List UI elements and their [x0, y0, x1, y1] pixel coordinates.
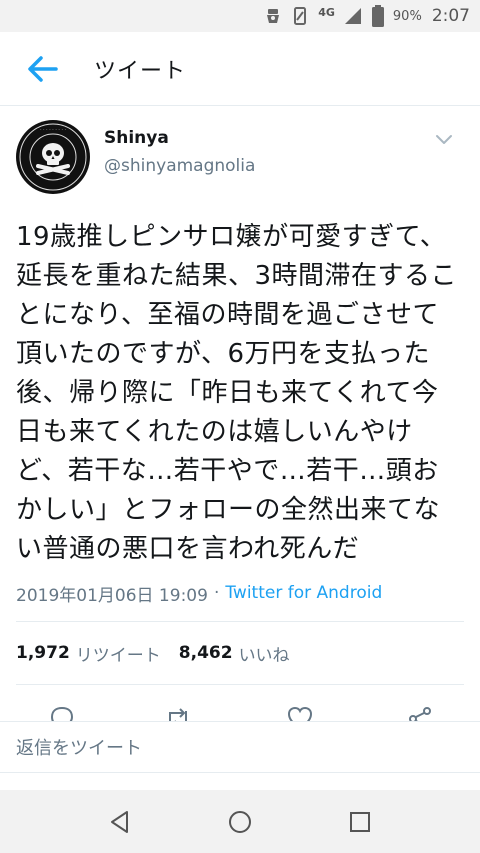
tweet-options-button[interactable]: [432, 130, 456, 150]
heart-icon: [287, 706, 313, 721]
retweets-stat[interactable]: 1,972 リツイート: [16, 641, 161, 666]
circle-home-icon: [229, 810, 251, 833]
author-meta: Shinya @shinyamagnolia: [104, 120, 255, 176]
reply-button[interactable]: [48, 705, 76, 721]
triangle-back-icon: [111, 810, 128, 833]
retweet-icon: [169, 708, 187, 721]
tweet-actions: [0, 685, 480, 721]
reply-input[interactable]: 返信をツイート: [0, 721, 480, 773]
tweet-stats: 1,972 リツイート 8,462 いいね: [16, 622, 464, 684]
meta-separator: ·: [213, 583, 220, 603]
square-recents-icon: [350, 811, 370, 832]
app-header: ツイート: [0, 32, 480, 106]
battery-percentage: 90%: [392, 8, 422, 24]
tweet-source-link[interactable]: Twitter for Android: [225, 583, 382, 603]
retweets-label: リツイート: [75, 645, 161, 666]
retweet-button[interactable]: [164, 705, 192, 721]
svg-text:· · · · · · · · ·: · · · · · · · · ·: [40, 127, 66, 133]
nav-home-button[interactable]: [216, 798, 264, 846]
tweet-author-row: · · · · · · · · · Shinya @shinyamagnolia: [16, 106, 464, 194]
system-nav-bar: [0, 790, 480, 853]
page-title: ツイート: [94, 58, 187, 84]
author-display-name[interactable]: Shinya: [104, 128, 255, 148]
status-clock: 2:07: [431, 6, 470, 26]
tweet-text: 19歳推しピンサロ嬢が可愛すぎて、延長を重ねた結果、3時間滞在することになり、至…: [16, 222, 458, 564]
network-type: 4G: [318, 5, 335, 19]
tweet-meta: 2019年01月06日 19:09 · Twitter for Android: [16, 579, 464, 607]
retweets-count: 1,972: [16, 643, 70, 663]
skull-logo-icon: · · · · · · · · ·: [17, 121, 89, 193]
vibrate-icon: [290, 6, 310, 26]
battery-icon: [371, 5, 385, 27]
likes-count: 8,462: [178, 643, 233, 663]
share-icon: [409, 707, 431, 721]
signal-icon: [343, 6, 363, 26]
nav-recents-button[interactable]: [336, 798, 384, 846]
avatar[interactable]: · · · · · · · · ·: [16, 120, 90, 194]
author-handle[interactable]: @shinyamagnolia: [104, 156, 255, 176]
status-bar: 4G 90% 2:07: [0, 0, 480, 32]
likes-stat[interactable]: 8,462 いいね: [179, 641, 290, 666]
likes-label: いいね: [238, 645, 290, 666]
notification-icon: [264, 6, 282, 26]
like-button[interactable]: [286, 705, 314, 721]
tweet-timestamp: 2019年01月06日 19:09: [16, 585, 208, 606]
tweet-detail: · · · · · · · · · Shinya @shinyamagnolia…: [0, 106, 480, 607]
reply-icon: [50, 706, 74, 721]
back-arrow-icon: [28, 55, 58, 82]
nav-back-button[interactable]: [96, 798, 144, 846]
chevron-down-icon: [436, 135, 452, 144]
share-button[interactable]: [406, 705, 434, 721]
back-button[interactable]: [12, 41, 72, 97]
